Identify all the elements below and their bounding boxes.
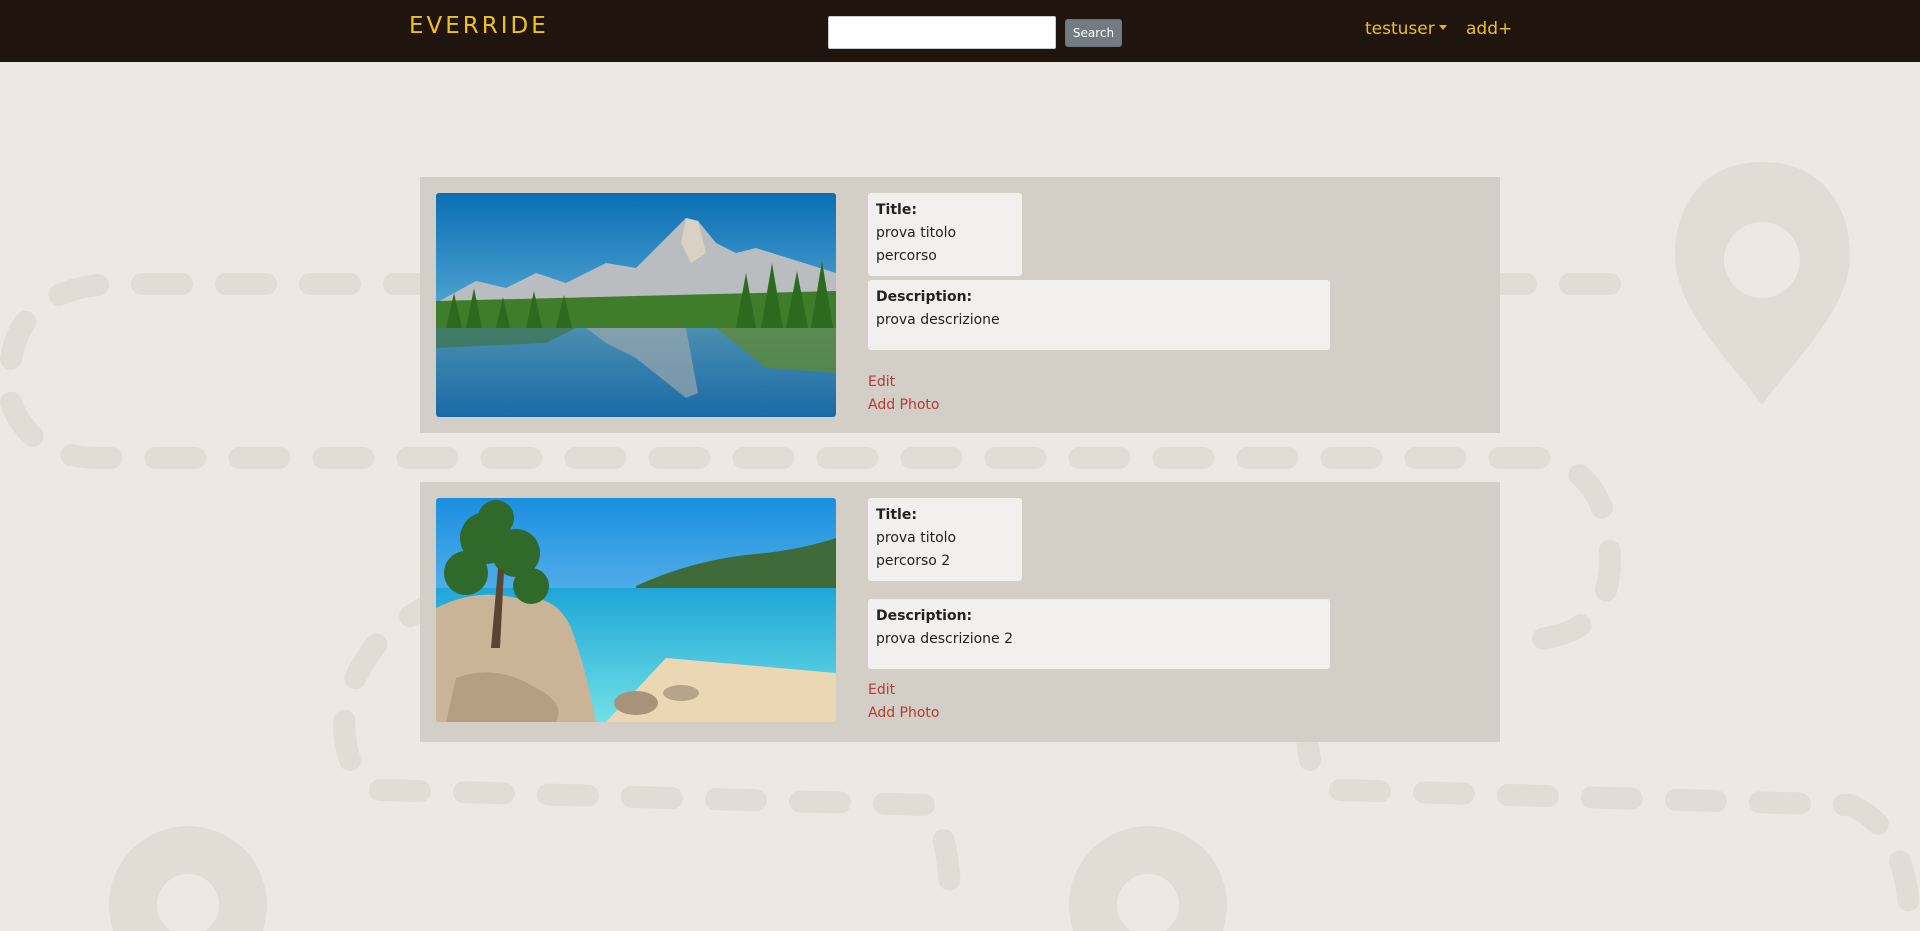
route-card: Title: prova titolo percorso Description… [420,177,1500,433]
search-button[interactable]: Search [1065,19,1122,47]
user-menu-dropdown[interactable]: testuser [1365,19,1447,39]
route-description-box: Description: prova descrizione 2 [868,599,1330,669]
background-route-pattern [0,162,1920,931]
route-description-box: Description: prova descrizione [868,280,1330,350]
edit-route-link[interactable]: Edit [868,682,895,698]
chevron-down-icon [1438,25,1447,30]
route-title-label: Title: [876,507,917,523]
route-title-box: Title: prova titolo percorso [868,193,1022,276]
search-input[interactable] [828,16,1056,49]
route-description-label: Description: [876,608,973,624]
route-description: prova descrizione [876,312,1000,328]
route-title: prova titolo percorso 2 [876,530,957,569]
user-menu-label: testuser [1365,19,1435,39]
add-photo-link[interactable]: Add Photo [868,705,940,721]
route-card: Title: prova titolo percorso 2 Descripti… [420,482,1500,742]
route-title: prova titolo percorso [876,225,957,264]
route-photo-beach [436,498,836,722]
brand-logo[interactable]: EVERRIDE [409,13,549,39]
add-route-link[interactable]: add+ [1466,19,1512,39]
add-photo-link[interactable]: Add Photo [868,397,940,413]
edit-route-link[interactable]: Edit [868,374,895,390]
route-title-box: Title: prova titolo percorso 2 [868,498,1022,581]
route-description-label: Description: [876,289,973,305]
route-photo-mountain-lake [436,193,836,417]
route-description: prova descrizione 2 [876,631,1013,647]
route-title-label: Title: [876,202,917,218]
top-navbar: EVERRIDE Search testuser add+ [0,0,1920,62]
